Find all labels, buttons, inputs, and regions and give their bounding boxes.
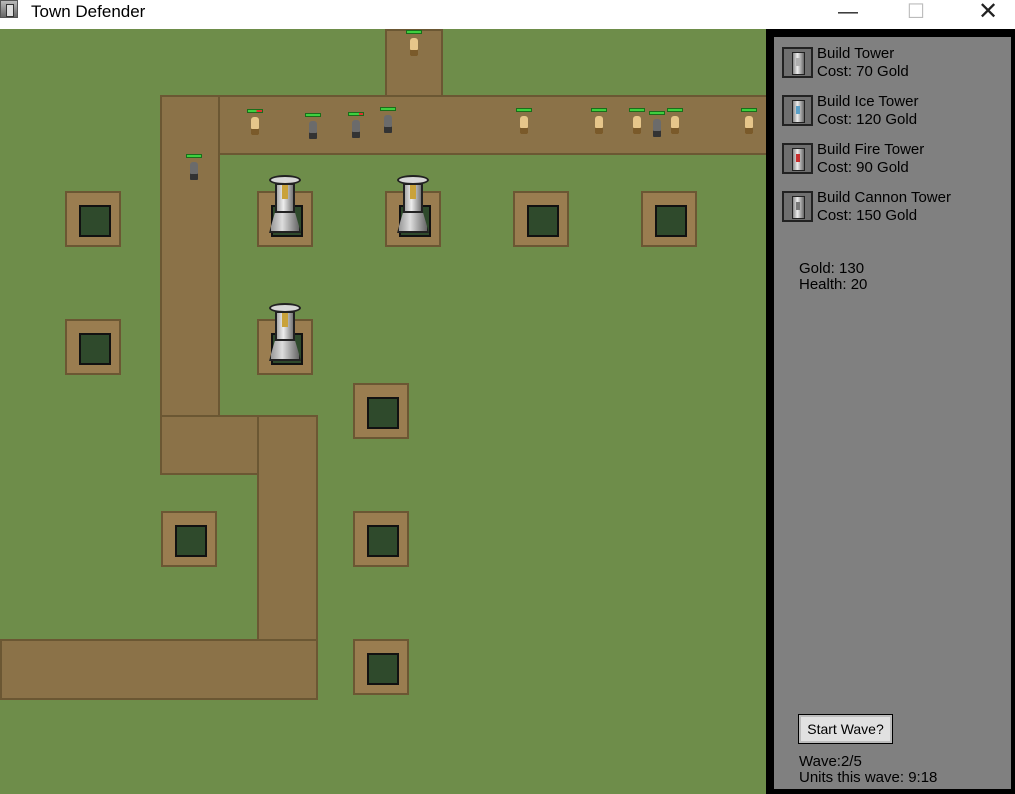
tower-app-icon bbox=[0, 0, 18, 18]
shop-panel: Build Tower Cost: 70 Gold Build Ice Towe… bbox=[774, 37, 1011, 789]
start-wave-button[interactable]: Start Wave? bbox=[798, 714, 893, 744]
build-tower-button[interactable]: Build Tower Cost: 70 Gold bbox=[782, 45, 1007, 87]
enemy-unit bbox=[348, 112, 364, 142]
shop-item-cost: Cost: 120 Gold bbox=[817, 111, 918, 128]
build-pad[interactable] bbox=[513, 191, 569, 247]
tower[interactable] bbox=[267, 303, 303, 365]
enemy-unit bbox=[516, 108, 532, 138]
wave-info: Wave:2/5 Units this wave: 9:18 bbox=[799, 754, 937, 786]
build-pad[interactable] bbox=[65, 191, 121, 247]
build-pad[interactable] bbox=[353, 639, 409, 695]
enemy-unit bbox=[186, 154, 202, 184]
close-button[interactable]: ✕ bbox=[965, 0, 1011, 29]
cannon-tower-icon bbox=[782, 191, 813, 222]
minimize-button[interactable]: — bbox=[825, 0, 871, 29]
wave-progress: Wave:2/5 bbox=[799, 753, 862, 770]
shop-item-name: Build Fire Tower bbox=[817, 141, 925, 158]
build-fire-tower-button[interactable]: Build Fire Tower Cost: 90 Gold bbox=[782, 141, 1007, 183]
shop-item-cost: Cost: 150 Gold bbox=[817, 207, 918, 224]
enemy-unit bbox=[649, 111, 665, 141]
shop-item-name: Build Ice Tower bbox=[817, 93, 919, 110]
tower[interactable] bbox=[395, 175, 431, 237]
enemy-unit bbox=[305, 113, 321, 143]
tower-icon bbox=[782, 47, 813, 78]
enemy-unit bbox=[741, 108, 757, 138]
player-stats: Gold: 130 Health: 20 bbox=[799, 261, 867, 293]
ice-tower-icon bbox=[782, 95, 813, 126]
enemy-unit bbox=[406, 30, 422, 60]
build-pad[interactable] bbox=[353, 383, 409, 439]
shop-item-cost: Cost: 90 Gold bbox=[817, 159, 909, 176]
wave-units: Units this wave: 9:18 bbox=[799, 769, 938, 786]
build-pad[interactable] bbox=[353, 511, 409, 567]
enemy-unit bbox=[247, 109, 263, 139]
title-bar: Town Defender — ☐ ✕ bbox=[0, 0, 1015, 29]
enemy-unit bbox=[591, 108, 607, 138]
shop-item-name: Build Tower bbox=[817, 45, 895, 62]
shop-item-cost: Cost: 70 Gold bbox=[817, 63, 909, 80]
shop-item-name: Build Cannon Tower bbox=[817, 189, 951, 206]
game-field[interactable] bbox=[0, 29, 766, 794]
enemy-unit bbox=[380, 107, 396, 137]
health-count: Health: 20 bbox=[799, 276, 868, 293]
path-segment bbox=[0, 639, 318, 700]
enemy-unit bbox=[629, 108, 645, 138]
tower[interactable] bbox=[267, 175, 303, 237]
window-title: Town Defender bbox=[31, 2, 146, 21]
fire-tower-icon bbox=[782, 143, 813, 174]
build-cannon-tower-button[interactable]: Build Cannon Tower Cost: 150 Gold bbox=[782, 189, 1007, 231]
gold-count: Gold: 130 bbox=[799, 260, 865, 277]
build-pad[interactable] bbox=[161, 511, 217, 567]
build-ice-tower-button[interactable]: Build Ice Tower Cost: 120 Gold bbox=[782, 93, 1007, 135]
maximize-button[interactable]: ☐ bbox=[893, 0, 939, 29]
build-pad[interactable] bbox=[65, 319, 121, 375]
enemy-unit bbox=[667, 108, 683, 138]
build-pad[interactable] bbox=[641, 191, 697, 247]
sidebar: Build Tower Cost: 70 Gold Build Ice Towe… bbox=[766, 29, 1015, 794]
